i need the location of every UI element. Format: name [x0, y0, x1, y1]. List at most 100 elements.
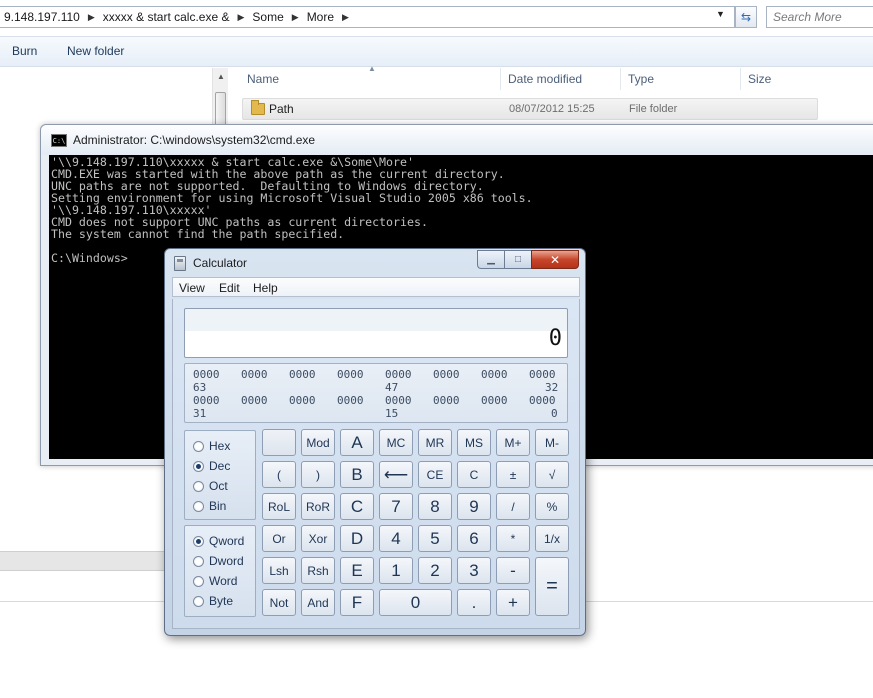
- cmd-titlebar[interactable]: C:\ Administrator: C:\windows\system32\c…: [41, 125, 873, 155]
- bit-group[interactable]: 0000: [337, 368, 364, 381]
- bit-group[interactable]: 0000: [385, 394, 412, 407]
- digit-3-key[interactable]: 3: [457, 557, 491, 584]
- digit-6-key[interactable]: 6: [457, 525, 491, 552]
- equals-key[interactable]: =: [535, 557, 569, 616]
- burn-button[interactable]: Burn: [12, 44, 37, 58]
- hex-c-key[interactable]: C: [340, 493, 374, 520]
- column-header-name[interactable]: Name: [247, 72, 279, 86]
- column-header-size[interactable]: Size: [748, 72, 771, 86]
- hex-f-key[interactable]: F: [340, 589, 374, 616]
- calculator-titlebar[interactable]: Calculator ▁ □ ✕: [165, 249, 585, 277]
- m-minus-key[interactable]: M-: [535, 429, 569, 456]
- add-key[interactable]: +: [496, 589, 530, 616]
- radio-oct[interactable]: Oct: [193, 479, 228, 493]
- and-key[interactable]: And: [301, 589, 335, 616]
- address-dropdown-icon[interactable]: ▼: [716, 9, 725, 19]
- bit-group[interactable]: 0000: [385, 368, 412, 381]
- radio-dword[interactable]: Dword: [193, 554, 244, 568]
- radio-button[interactable]: [193, 440, 204, 452]
- breadcrumb-share[interactable]: xxxxx & start calc.exe &: [99, 10, 234, 24]
- bit-group[interactable]: 0000: [529, 394, 556, 407]
- backspace-key[interactable]: ⟵: [379, 461, 413, 488]
- digit-0-key[interactable]: 0: [379, 589, 452, 616]
- menu-help[interactable]: Help: [253, 281, 278, 295]
- bit-group[interactable]: 0000: [433, 368, 460, 381]
- hex-b-key[interactable]: B: [340, 461, 374, 488]
- hex-e-key[interactable]: E: [340, 557, 374, 584]
- bit-group[interactable]: 0000: [529, 368, 556, 381]
- bit-group[interactable]: 0000: [193, 368, 220, 381]
- digit-9-key[interactable]: 9: [457, 493, 491, 520]
- radio-qword[interactable]: Qword: [193, 534, 244, 548]
- breadcrumb-more[interactable]: More: [303, 10, 338, 24]
- bit-group[interactable]: 0000: [289, 368, 316, 381]
- bit-group[interactable]: 0000: [337, 394, 364, 407]
- hex-d-key[interactable]: D: [340, 525, 374, 552]
- scroll-up-icon[interactable]: ▲: [217, 72, 225, 81]
- chevron-right-icon[interactable]: ▶: [84, 12, 99, 23]
- minimize-button[interactable]: ▁: [477, 250, 504, 269]
- calculator-icon[interactable]: [174, 256, 186, 271]
- ce-key[interactable]: CE: [418, 461, 452, 488]
- breadcrumb-some[interactable]: Some: [248, 10, 287, 24]
- m-plus-key[interactable]: M+: [496, 429, 530, 456]
- or-key[interactable]: Or: [262, 525, 296, 552]
- ror-key[interactable]: RoR: [301, 493, 335, 520]
- column-header-date[interactable]: Date modified: [508, 72, 582, 86]
- new-folder-button[interactable]: New folder: [67, 44, 124, 58]
- radio-button[interactable]: [193, 480, 204, 492]
- file-row[interactable]: Path 08/07/2012 15:25 File folder: [242, 98, 818, 120]
- digit-4-key[interactable]: 4: [379, 525, 413, 552]
- mc-key[interactable]: MC: [379, 429, 413, 456]
- radio-dec[interactable]: Dec: [193, 459, 230, 473]
- chevron-right-icon[interactable]: ▶: [233, 12, 248, 23]
- rol-key[interactable]: RoL: [262, 493, 296, 520]
- chevron-right-icon[interactable]: ▶: [338, 12, 353, 23]
- hex-a-key[interactable]: A: [340, 429, 374, 456]
- blank-key[interactable]: [262, 429, 296, 456]
- chevron-right-icon[interactable]: ▶: [288, 12, 303, 23]
- digit-2-key[interactable]: 2: [418, 557, 452, 584]
- menu-view[interactable]: View: [179, 281, 205, 295]
- digit-8-key[interactable]: 8: [418, 493, 452, 520]
- radio-button-selected[interactable]: [193, 535, 204, 547]
- radio-button[interactable]: [193, 575, 204, 587]
- digit-5-key[interactable]: 5: [418, 525, 452, 552]
- radio-byte[interactable]: Byte: [193, 594, 233, 608]
- multiply-key[interactable]: *: [496, 525, 530, 552]
- search-input[interactable]: Search More: [766, 6, 873, 28]
- rsh-key[interactable]: Rsh: [301, 557, 335, 584]
- lsh-key[interactable]: Lsh: [262, 557, 296, 584]
- bit-group[interactable]: 0000: [241, 368, 268, 381]
- bit-group[interactable]: 0000: [241, 394, 268, 407]
- radio-bin[interactable]: Bin: [193, 499, 226, 513]
- bit-group[interactable]: 0000: [289, 394, 316, 407]
- decimal-key[interactable]: .: [457, 589, 491, 616]
- digit-7-key[interactable]: 7: [379, 493, 413, 520]
- maximize-button[interactable]: □: [504, 250, 531, 269]
- reciprocal-key[interactable]: 1/x: [535, 525, 569, 552]
- sqrt-key[interactable]: √: [535, 461, 569, 488]
- radio-button-selected[interactable]: [193, 460, 204, 472]
- radio-button[interactable]: [193, 555, 204, 567]
- nav-pane-scrollbar[interactable]: ▲: [212, 68, 228, 132]
- open-paren-key[interactable]: (: [262, 461, 296, 488]
- mr-key[interactable]: MR: [418, 429, 452, 456]
- xor-key[interactable]: Xor: [301, 525, 335, 552]
- plus-minus-key[interactable]: ±: [496, 461, 530, 488]
- mod-key[interactable]: Mod: [301, 429, 335, 456]
- percent-key[interactable]: %: [535, 493, 569, 520]
- divide-key[interactable]: /: [496, 493, 530, 520]
- digit-1-key[interactable]: 1: [379, 557, 413, 584]
- ms-key[interactable]: MS: [457, 429, 491, 456]
- address-bar[interactable]: 9.148.197.110 ▶ xxxxx & start calc.exe &…: [0, 6, 735, 28]
- cmd-icon[interactable]: C:\: [51, 134, 67, 147]
- radio-word[interactable]: Word: [193, 574, 237, 588]
- bit-group[interactable]: 0000: [481, 394, 508, 407]
- bit-group[interactable]: 0000: [433, 394, 460, 407]
- menu-edit[interactable]: Edit: [219, 281, 240, 295]
- close-button[interactable]: ✕: [531, 250, 579, 269]
- radio-hex[interactable]: Hex: [193, 439, 230, 453]
- bit-group[interactable]: 0000: [481, 368, 508, 381]
- breadcrumb-ip[interactable]: 9.148.197.110: [0, 10, 84, 24]
